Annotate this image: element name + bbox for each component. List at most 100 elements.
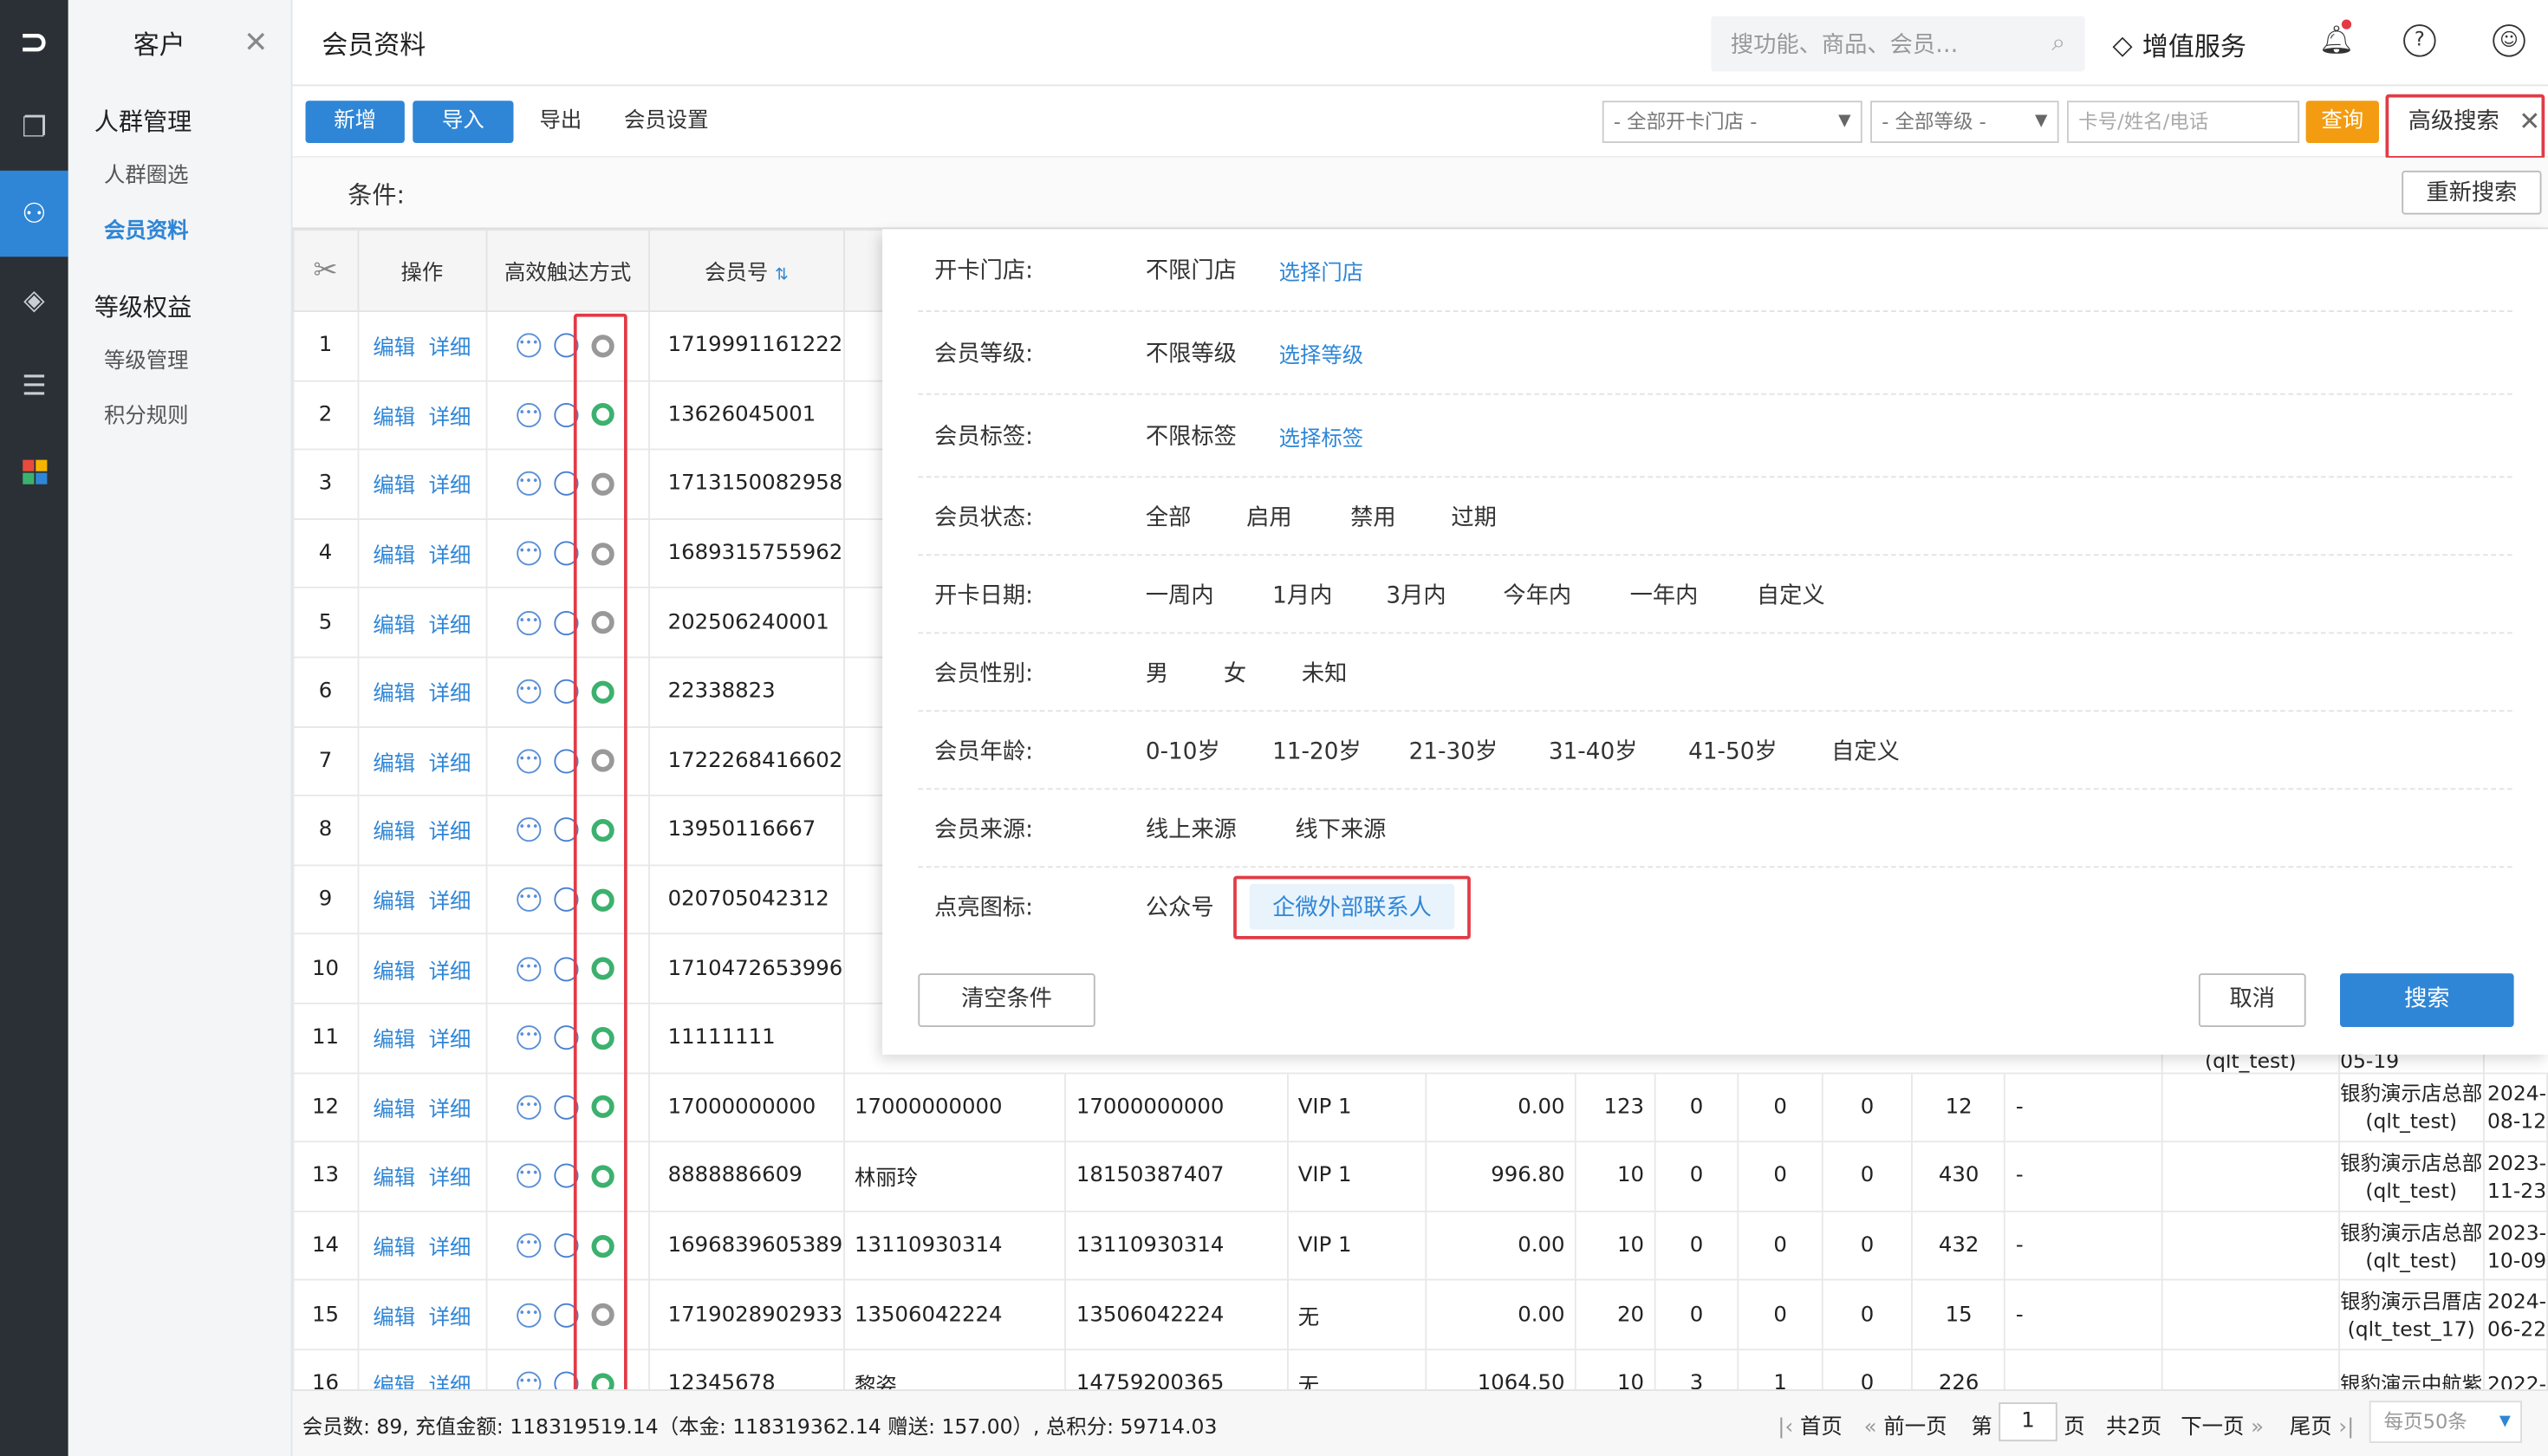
per-page-select[interactable]: 每页50条 ▼	[2369, 1401, 2522, 1443]
date-option[interactable]: 一年内	[1630, 579, 1699, 612]
page-number-input[interactable]: 1	[1999, 1402, 2057, 1442]
value-service-button[interactable]: ◇ 增值服务	[2113, 24, 2246, 63]
chat-icon[interactable]: •••	[516, 402, 542, 427]
reset-search-button[interactable]: 重新搜索	[2402, 170, 2542, 215]
close-icon[interactable]: ✕	[244, 26, 268, 60]
chat-icon[interactable]: •••	[516, 956, 542, 981]
next-page-button[interactable]: 下一页 »	[2181, 1409, 2264, 1440]
edit-link[interactable]: 编辑	[373, 406, 415, 431]
query-button[interactable]: 查询	[2305, 101, 2379, 143]
global-search-input[interactable]: 搜功能、商品、会员… ⌕	[1711, 16, 2085, 72]
source-option[interactable]: 线上来源	[1146, 813, 1237, 846]
import-button[interactable]: 导入	[413, 101, 514, 143]
edit-link[interactable]: 编辑	[373, 614, 415, 638]
detail-link[interactable]: 详细	[429, 752, 471, 777]
detail-link[interactable]: 详细	[429, 544, 471, 569]
tag-icon[interactable]: ◈	[0, 257, 68, 342]
cell-visits[interactable]: 15	[1911, 1279, 2006, 1350]
clear-conditions-button[interactable]: 清空条件	[918, 973, 1095, 1027]
icon-option[interactable]: 公众号	[1146, 891, 1214, 924]
sidebar-item-member-profile[interactable]: 会员资料	[68, 205, 291, 260]
detail-link[interactable]: 详细	[429, 1167, 471, 1192]
date-option[interactable]: 自定义	[1757, 579, 1825, 612]
edit-link[interactable]: 编辑	[373, 337, 415, 361]
detail-link[interactable]: 详细	[429, 959, 471, 984]
chat-icon[interactable]: •••	[516, 471, 542, 497]
detail-link[interactable]: 详细	[429, 1098, 471, 1122]
detail-link[interactable]: 详细	[429, 891, 471, 915]
edit-link[interactable]: 编辑	[373, 1237, 415, 1261]
sidebar-item-points-rules[interactable]: 积分规则	[68, 390, 291, 445]
col-header-member-no[interactable]: 会员号 ⇅	[648, 229, 845, 312]
cell-visits[interactable]: 226	[1911, 1349, 2006, 1390]
status-option[interactable]: 全部	[1146, 501, 1192, 534]
edit-link[interactable]: 编辑	[373, 1306, 415, 1330]
cell-visits[interactable]: 430	[1911, 1141, 2006, 1212]
add-button[interactable]: 新增	[305, 101, 405, 143]
level-select[interactable]: - 全部等级 - ▼	[1870, 101, 2059, 143]
detail-link[interactable]: 详细	[429, 406, 471, 431]
chat-icon[interactable]: •••	[516, 1303, 542, 1328]
edit-link[interactable]: 编辑	[373, 891, 415, 915]
cell-visits[interactable]: 432	[1911, 1210, 2006, 1282]
select-tag-link[interactable]: 选择标签	[1279, 421, 1364, 452]
chat-icon[interactable]: •••	[516, 541, 542, 566]
store-select[interactable]: - 全部开卡门店 - ▼	[1602, 101, 1862, 143]
cancel-button[interactable]: 取消	[2198, 973, 2306, 1027]
members-icon[interactable]: ⚇	[0, 170, 68, 257]
chat-icon[interactable]: •••	[516, 1371, 542, 1390]
select-level-link[interactable]: 选择等级	[1279, 338, 1364, 369]
chat-icon[interactable]: •••	[516, 1025, 542, 1050]
user-icon[interactable]: ☺	[2493, 24, 2525, 57]
select-store-link[interactable]: 选择门店	[1279, 255, 1364, 286]
edit-link[interactable]: 编辑	[373, 1098, 415, 1122]
source-option[interactable]: 线下来源	[1295, 813, 1386, 846]
settings-col[interactable]: ✂	[292, 229, 359, 312]
detail-link[interactable]: 详细	[429, 337, 471, 361]
age-option[interactable]: 31-40岁	[1549, 735, 1638, 768]
bell-icon[interactable]: 🔔︎	[2319, 19, 2354, 57]
edit-link[interactable]: 编辑	[373, 822, 415, 846]
date-option[interactable]: 1月内	[1272, 579, 1332, 612]
chat-icon[interactable]: •••	[516, 1233, 542, 1258]
detail-link[interactable]: 详细	[429, 1029, 471, 1053]
detail-link[interactable]: 详细	[429, 1375, 471, 1389]
gender-option[interactable]: 男	[1146, 657, 1168, 690]
age-option[interactable]: 11-20岁	[1272, 735, 1362, 768]
detail-link[interactable]: 详细	[429, 822, 471, 846]
date-option[interactable]: 今年内	[1503, 579, 1571, 612]
detail-link[interactable]: 详细	[429, 614, 471, 638]
edit-link[interactable]: 编辑	[373, 752, 415, 777]
prev-page-button[interactable]: « 前一页	[1864, 1409, 1947, 1440]
edit-link[interactable]: 编辑	[373, 544, 415, 569]
age-option[interactable]: 自定义	[1831, 735, 1900, 768]
edit-link[interactable]: 编辑	[373, 959, 415, 984]
chat-icon[interactable]: •••	[516, 887, 542, 912]
sidebar-item-crowd[interactable]: 人群圈选	[68, 150, 291, 205]
chat-icon[interactable]: •••	[516, 679, 542, 705]
gender-option[interactable]: 女	[1224, 657, 1246, 690]
edit-link[interactable]: 编辑	[373, 1375, 415, 1389]
detail-link[interactable]: 详细	[429, 683, 471, 707]
age-option[interactable]: 21-30岁	[1409, 735, 1498, 768]
detail-link[interactable]: 详细	[429, 1306, 471, 1330]
status-option[interactable]: 禁用	[1350, 501, 1396, 534]
sliders-icon[interactable]: ☰	[0, 343, 68, 429]
copy-icon[interactable]: ❐	[0, 85, 68, 171]
edit-link[interactable]: 编辑	[373, 683, 415, 707]
chat-icon[interactable]: •••	[516, 333, 542, 359]
cell-visits[interactable]: 12	[1911, 1071, 2006, 1143]
chat-icon[interactable]: •••	[516, 610, 542, 635]
chat-icon[interactable]: •••	[516, 1095, 542, 1120]
age-option[interactable]: 41-50岁	[1688, 735, 1778, 768]
detail-link[interactable]: 详细	[429, 1237, 471, 1261]
first-page-button[interactable]: |‹ 首页	[1778, 1409, 1843, 1440]
status-option[interactable]: 启用	[1246, 501, 1292, 534]
member-settings-button[interactable]: 会员设置	[621, 101, 712, 143]
help-icon[interactable]: ?	[2403, 24, 2436, 57]
date-option[interactable]: 3月内	[1386, 579, 1446, 612]
detail-link[interactable]: 详细	[429, 475, 471, 499]
gender-option[interactable]: 未知	[1302, 657, 1348, 690]
last-page-button[interactable]: 尾页 ›|	[2290, 1409, 2355, 1440]
export-button[interactable]: 导出	[533, 101, 588, 143]
